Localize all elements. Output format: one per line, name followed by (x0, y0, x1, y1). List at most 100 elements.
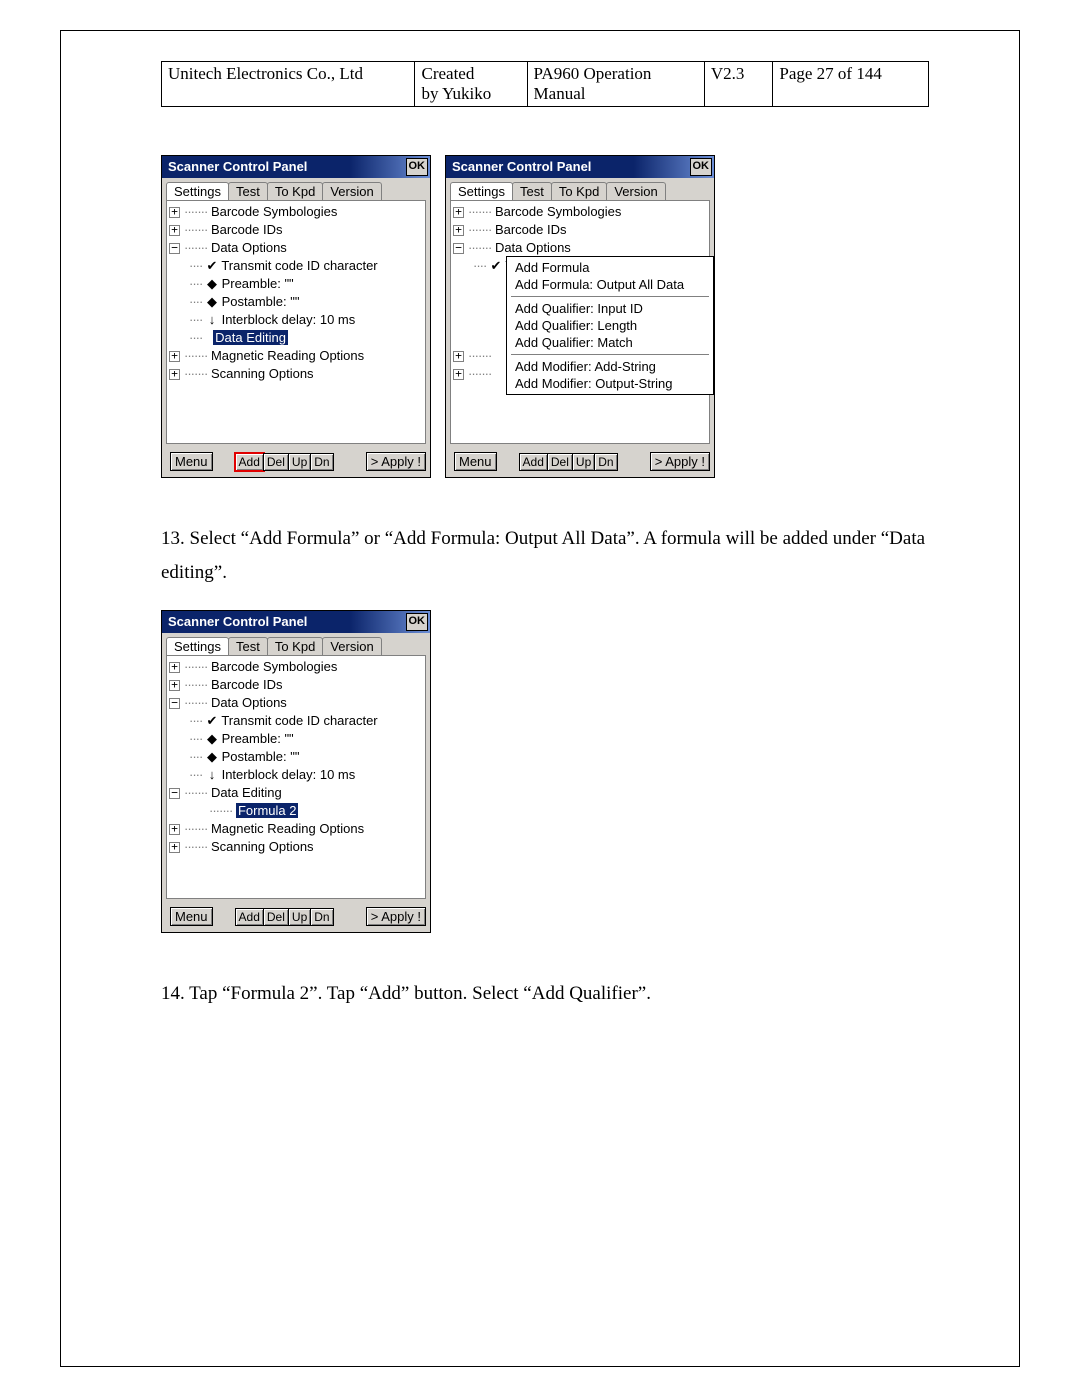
tree-item[interactable]: Barcode Symbologies (211, 204, 337, 219)
window-title: Scanner Control Panel (168, 614, 307, 629)
menu-button[interactable]: Menu (170, 452, 213, 471)
expand-icon[interactable]: + (169, 824, 180, 835)
expand-icon[interactable]: + (453, 369, 464, 380)
ok-button[interactable]: OK (406, 613, 429, 631)
up-button[interactable]: Up (288, 453, 311, 471)
check-icon: ✔ (206, 257, 218, 275)
menu-button[interactable]: Menu (170, 907, 213, 926)
page-number: Page 27 of 144 (779, 64, 881, 83)
tree-item[interactable]: Interblock delay: 10 ms (222, 767, 356, 782)
scanner-panel-1: Scanner Control Panel OK Settings Test T… (161, 155, 431, 478)
expand-icon[interactable]: + (453, 225, 464, 236)
add-button[interactable]: Add (235, 453, 264, 471)
expand-icon[interactable]: + (169, 842, 180, 853)
collapse-icon[interactable]: − (453, 243, 464, 254)
screenshot-row-1: Scanner Control Panel OK Settings Test T… (161, 155, 929, 478)
tab-tokpd[interactable]: To Kpd (551, 182, 607, 200)
dn-button[interactable]: Dn (594, 453, 617, 471)
expand-icon[interactable]: + (169, 680, 180, 691)
tab-tokpd[interactable]: To Kpd (267, 182, 323, 200)
tab-test[interactable]: Test (228, 182, 268, 200)
ok-button[interactable]: OK (406, 158, 429, 176)
window-title: Scanner Control Panel (168, 159, 307, 174)
menu-item-modifier-outstr[interactable]: Add Modifier: Output-String (507, 375, 713, 392)
tree-item[interactable]: Scanning Options (211, 366, 314, 381)
button-bar: Menu Add Del Up Dn > Apply ! (162, 448, 430, 477)
diamond-icon: ◆ (206, 730, 218, 748)
collapse-icon[interactable]: − (169, 788, 180, 799)
up-button[interactable]: Up (288, 908, 311, 926)
tree-item[interactable]: Barcode IDs (211, 222, 283, 237)
tree-item-selected[interactable]: Data Editing (213, 330, 288, 345)
tree-item[interactable]: Transmit code ID character (221, 258, 377, 273)
expand-icon[interactable]: + (169, 662, 180, 673)
expand-icon[interactable]: + (453, 207, 464, 218)
ok-button[interactable]: OK (690, 158, 713, 176)
tree-item[interactable]: Interblock delay: 10 ms (222, 312, 356, 327)
collapse-icon[interactable]: − (169, 243, 180, 254)
menu-item-add-formula-all[interactable]: Add Formula: Output All Data (507, 276, 713, 293)
tab-strip: Settings Test To Kpd Version (162, 178, 430, 200)
apply-button[interactable]: > Apply ! (366, 907, 426, 926)
settings-tree[interactable]: +······· Barcode Symbologies +······· Ba… (166, 200, 426, 444)
apply-button[interactable]: > Apply ! (366, 452, 426, 471)
tree-item[interactable]: Barcode Symbologies (495, 204, 621, 219)
tree-item[interactable]: Preamble: "" (222, 731, 294, 746)
expand-icon[interactable]: + (169, 351, 180, 362)
tab-test[interactable]: Test (512, 182, 552, 200)
menu-item-qualifier-input[interactable]: Add Qualifier: Input ID (507, 300, 713, 317)
menu-item-add-formula[interactable]: Add Formula (507, 259, 713, 276)
tab-version[interactable]: Version (322, 637, 381, 655)
tree-item[interactable]: Barcode IDs (495, 222, 567, 237)
tab-version[interactable]: Version (606, 182, 665, 200)
del-button[interactable]: Del (547, 453, 573, 471)
menu-item-qualifier-match[interactable]: Add Qualifier: Match (507, 334, 713, 351)
tree-item[interactable]: Barcode IDs (211, 677, 283, 692)
tree-item[interactable]: Postamble: "" (222, 749, 300, 764)
add-button[interactable]: Add (519, 453, 548, 471)
company-name: Unitech Electronics Co., Ltd (168, 64, 363, 83)
settings-tree[interactable]: +······· Barcode Symbologies +······· Ba… (166, 655, 426, 899)
tab-settings[interactable]: Settings (166, 637, 229, 655)
tree-item[interactable]: Data Options (495, 240, 571, 255)
tab-test[interactable]: Test (228, 637, 268, 655)
del-button[interactable]: Del (263, 908, 289, 926)
tab-settings[interactable]: Settings (166, 182, 229, 200)
menu-item-modifier-addstr[interactable]: Add Modifier: Add-String (507, 358, 713, 375)
tree-item[interactable]: Data Editing (211, 785, 282, 800)
add-button[interactable]: Add (235, 908, 264, 926)
dn-button[interactable]: Dn (310, 453, 333, 471)
check-icon: ✔ (206, 712, 218, 730)
tab-settings[interactable]: Settings (450, 182, 513, 200)
doc-version: V2.3 (711, 64, 745, 83)
tree-item[interactable]: Data Options (211, 695, 287, 710)
doc-title-line1: PA960 Operation (534, 64, 652, 83)
created-line1: Created (421, 64, 474, 83)
up-button[interactable]: Up (572, 453, 595, 471)
tree-item[interactable]: Preamble: "" (222, 276, 294, 291)
tab-version[interactable]: Version (322, 182, 381, 200)
tab-tokpd[interactable]: To Kpd (267, 637, 323, 655)
window-titlebar: Scanner Control Panel OK (162, 611, 430, 633)
apply-button[interactable]: > Apply ! (650, 452, 710, 471)
tree-item[interactable]: Postamble: "" (222, 294, 300, 309)
dn-button[interactable]: Dn (310, 908, 333, 926)
button-bar: Menu Add Del Up Dn > Apply ! (446, 448, 714, 477)
tree-item-selected[interactable]: Formula 2 (236, 803, 299, 818)
expand-icon[interactable]: + (169, 207, 180, 218)
menu-button[interactable]: Menu (454, 452, 497, 471)
doc-title-line2: Manual (534, 84, 586, 103)
tree-item[interactable]: Data Options (211, 240, 287, 255)
collapse-icon[interactable]: − (169, 698, 180, 709)
created-line2: by Yukiko (421, 84, 491, 103)
tree-item[interactable]: Transmit code ID character (221, 713, 377, 728)
tree-item[interactable]: Scanning Options (211, 839, 314, 854)
tree-item[interactable]: Barcode Symbologies (211, 659, 337, 674)
expand-icon[interactable]: + (169, 369, 180, 380)
expand-icon[interactable]: + (169, 225, 180, 236)
menu-item-qualifier-length[interactable]: Add Qualifier: Length (507, 317, 713, 334)
tree-item[interactable]: Magnetic Reading Options (211, 348, 364, 363)
expand-icon[interactable]: + (453, 351, 464, 362)
del-button[interactable]: Del (263, 453, 289, 471)
tree-item[interactable]: Magnetic Reading Options (211, 821, 364, 836)
